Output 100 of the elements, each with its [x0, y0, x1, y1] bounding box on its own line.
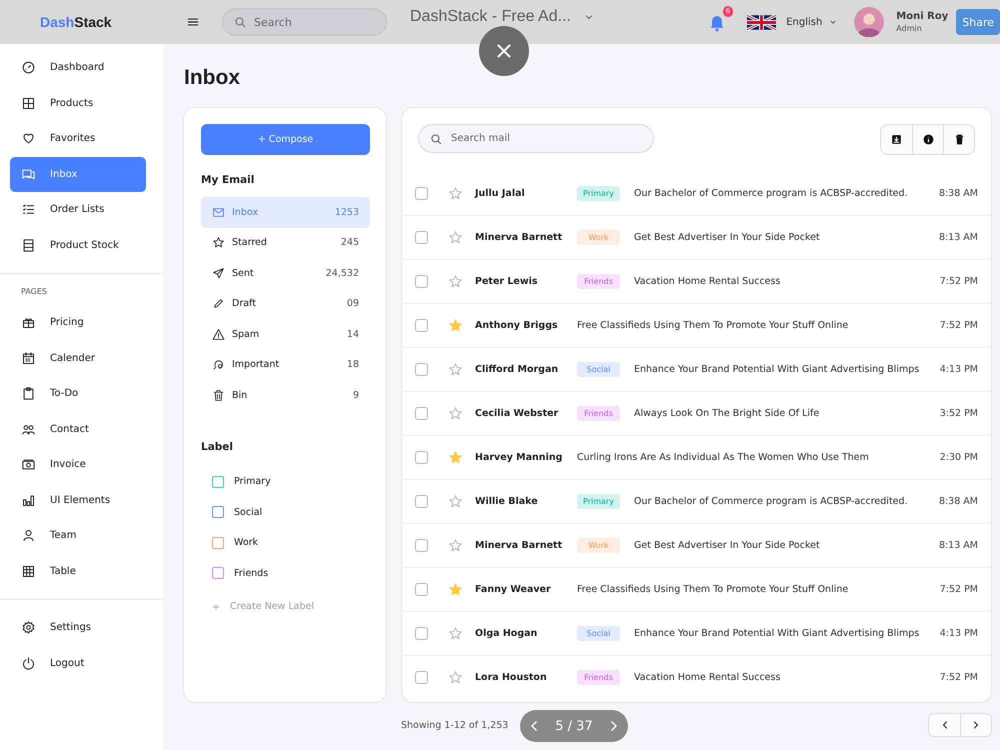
- sidebar-item[interactable]: Pricing: [10, 305, 146, 340]
- section-heading: Label: [201, 440, 234, 452]
- sender-name: Jullu Jalal: [475, 188, 526, 198]
- row-checkbox[interactable]: [415, 186, 428, 200]
- sender-name: Lora Houston: [475, 672, 548, 683]
- folder-item[interactable]: Bin 9: [201, 380, 370, 410]
- sidebar-item[interactable]: UI Elements: [10, 482, 146, 518]
- next-page-button[interactable]: [960, 714, 991, 736]
- grid-icon: [21, 96, 36, 111]
- download-icon: [890, 133, 903, 146]
- star-icon[interactable]: [448, 450, 463, 465]
- row-checkbox[interactable]: [415, 539, 428, 552]
- sidebar-item[interactable]: Dashboard: [10, 50, 146, 86]
- sender-name: Peter Lewis: [475, 276, 539, 287]
- mail-subject: Curling Irons Are As Individual As The Women Who Use Them: [577, 452, 870, 463]
- sidebar-item[interactable]: Contact: [10, 412, 146, 447]
- label-tag: Social: [577, 362, 620, 377]
- sidebar-item[interactable]: Inbox: [10, 156, 146, 192]
- label-checkbox[interactable]: [212, 506, 224, 518]
- compose-button[interactable]: + Compose: [201, 124, 370, 155]
- search-field[interactable]: Search: [222, 8, 387, 36]
- mail-time: 4:13 PM: [940, 364, 978, 375]
- mail-subject: Get Best Advertiser In Your Side Pocket: [634, 232, 821, 243]
- row-checkbox[interactable]: [415, 495, 428, 508]
- viewer-title: DashStack - Free Ad...: [410, 8, 571, 26]
- mail-time: 4:13 PM: [940, 628, 978, 639]
- gauge-icon: [21, 60, 36, 76]
- sidebar-item[interactable]: Calender: [10, 340, 146, 376]
- bar-chart-icon: [21, 492, 36, 508]
- mail-subject: Vacation Home Rental Success: [634, 672, 782, 683]
- folder-item[interactable]: Spam 14: [201, 319, 370, 350]
- folder-item[interactable]: Sent 24,532: [201, 258, 370, 288]
- star-icon[interactable]: [448, 626, 463, 641]
- row-checkbox[interactable]: [415, 275, 428, 288]
- sender-name: Olga Hogan: [475, 628, 538, 639]
- delete-button[interactable]: [943, 125, 974, 154]
- label-tag: Friends: [577, 406, 620, 421]
- label-tag: Work: [577, 230, 620, 245]
- star-icon[interactable]: [448, 494, 463, 509]
- label-tag: Primary: [577, 186, 620, 200]
- label-tag: Friends: [577, 274, 620, 289]
- mail-time: 7:52 PM: [940, 276, 978, 287]
- search-icon: [429, 132, 443, 146]
- mail-subject: Enhance Your Brand Potential With Giant Advertising Blimps: [634, 364, 920, 375]
- sidebar-item[interactable]: To-Do: [10, 376, 146, 412]
- label-checkbox[interactable]: [212, 567, 224, 580]
- sidebar-item[interactable]: Logout: [10, 646, 146, 681]
- avatar[interactable]: [854, 7, 884, 37]
- label-checkbox[interactable]: [212, 536, 224, 549]
- star-icon[interactable]: [448, 406, 463, 421]
- sidebar-item[interactable]: Product Stock: [10, 228, 146, 263]
- folder-item[interactable]: Draft 09: [201, 288, 370, 319]
- star-icon[interactable]: [448, 318, 463, 333]
- sidebar-item[interactable]: Invoice: [10, 447, 146, 482]
- star-icon[interactable]: [448, 538, 463, 553]
- row-checkbox[interactable]: [415, 627, 428, 640]
- sidebar-item[interactable]: Products: [10, 86, 146, 121]
- row-checkbox[interactable]: [415, 407, 428, 420]
- send-icon: [212, 266, 225, 280]
- sidebar-item[interactable]: Table: [10, 554, 146, 589]
- star-icon[interactable]: [448, 230, 463, 245]
- sidebar-item[interactable]: Settings: [10, 610, 146, 646]
- folder-item[interactable]: Starred 245: [201, 228, 370, 258]
- star-icon[interactable]: [448, 186, 463, 200]
- sidebar-item[interactable]: Favorites: [10, 121, 146, 156]
- sender-name: Clifford Morgan: [475, 364, 560, 375]
- sidebar-item[interactable]: Team: [10, 518, 146, 554]
- settings-icon: [21, 620, 36, 636]
- pencil-icon: [212, 297, 225, 310]
- star-icon[interactable]: [448, 362, 463, 377]
- important-icon: [212, 358, 225, 372]
- mail-subject: Our Bachelor of Commerce program is ACBSP-accredited.: [634, 496, 909, 507]
- section-heading: PAGES: [20, 286, 48, 298]
- person-icon: [21, 528, 36, 544]
- plus-icon: [211, 602, 221, 612]
- language-selector[interactable]: English: [786, 16, 838, 28]
- row-checkbox[interactable]: [415, 363, 428, 376]
- mail-time: 8:38 AM: [938, 188, 978, 198]
- trash-icon: [212, 388, 225, 402]
- sender-name: Willie Blake: [475, 496, 539, 507]
- mail-icon: [212, 206, 225, 219]
- label-checkbox[interactable]: [212, 476, 224, 488]
- row-checkbox[interactable]: [415, 231, 428, 244]
- label-name: Primary: [234, 476, 271, 488]
- clipboard-icon: [21, 386, 36, 402]
- row-checkbox[interactable]: [415, 451, 428, 464]
- sidebar-item[interactable]: Order Lists: [10, 192, 146, 228]
- star-icon[interactable]: [448, 274, 463, 289]
- row-checkbox[interactable]: [415, 583, 428, 596]
- sender-name: Anthony Briggs: [475, 320, 559, 331]
- mail-time: 8:38 AM: [938, 496, 978, 507]
- row-checkbox[interactable]: [415, 671, 428, 684]
- label-tag: Primary: [577, 494, 620, 509]
- folder-item[interactable]: Important 18: [201, 350, 370, 380]
- star-icon[interactable]: [448, 670, 463, 685]
- close-button[interactable]: [479, 26, 529, 76]
- search-field[interactable]: Search mail: [418, 124, 654, 153]
- mail-time: 8:13 AM: [938, 232, 978, 243]
- star-icon[interactable]: [448, 582, 463, 597]
- row-checkbox[interactable]: [415, 319, 428, 332]
